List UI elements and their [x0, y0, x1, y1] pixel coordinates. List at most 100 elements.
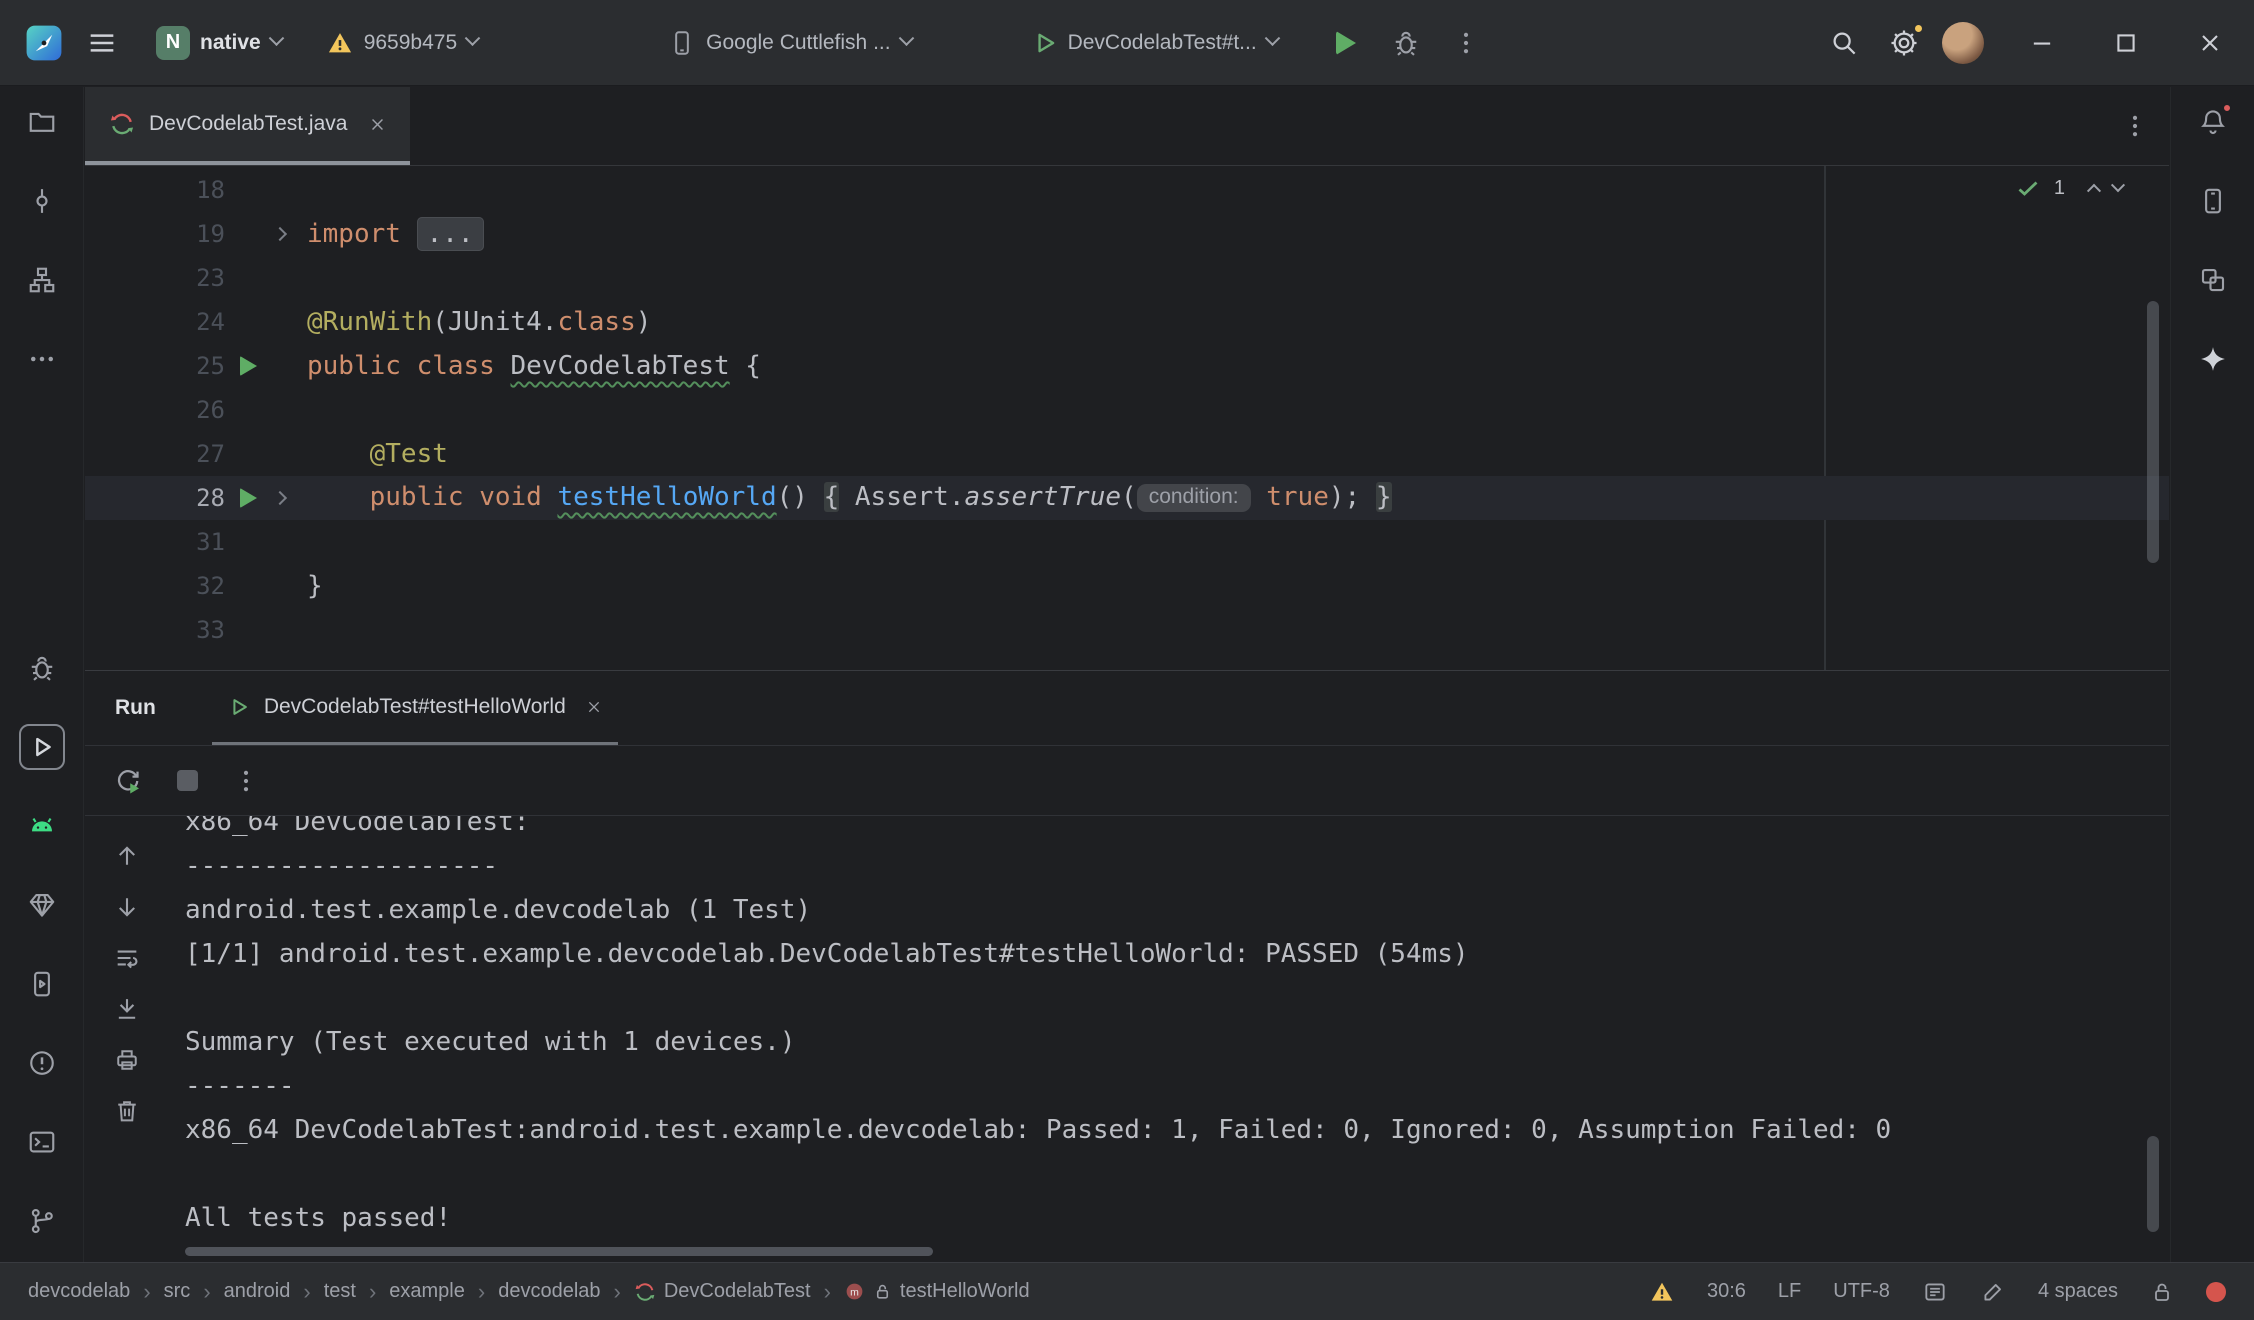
tab-list-button[interactable]	[2121, 112, 2149, 140]
code-line-26[interactable]: 26	[85, 388, 2169, 432]
console-vscrollbar[interactable]	[2147, 1136, 2159, 1232]
tool-device-explorer-button[interactable]	[2190, 257, 2236, 303]
minimize-button[interactable]	[2020, 21, 2064, 65]
line-number[interactable]: 32	[85, 572, 225, 600]
breadcrumb-item[interactable]: android	[224, 1280, 291, 1303]
code-line-19[interactable]: 19import ...	[85, 212, 2169, 256]
code-editor[interactable]: 18 19import ... 23 24@RunWith(JUnit4.class)…	[85, 166, 2169, 670]
tool-gemini-button[interactable]	[2190, 336, 2236, 382]
run-button[interactable]	[1324, 21, 1368, 65]
fold-icon[interactable]	[271, 493, 301, 503]
close-window-button[interactable]	[2188, 21, 2232, 65]
code-line-31[interactable]: 31	[85, 520, 2169, 564]
code-line-25[interactable]: 25public class DevCodelabTest {	[85, 344, 2169, 388]
console-output[interactable]: x86_64 DevCodelabTest:------------------…	[169, 816, 2169, 1262]
lock-icon[interactable]	[2150, 1280, 2174, 1304]
code-text: }	[301, 571, 323, 601]
rerun-button[interactable]	[113, 766, 143, 796]
settings-button[interactable]	[1882, 21, 1926, 65]
tool-commit-button[interactable]	[19, 178, 65, 224]
line-separator[interactable]: LF	[1778, 1280, 1801, 1303]
device-selector[interactable]: Google Cuttlefish ...	[658, 23, 921, 63]
breadcrumb-item[interactable]: DevCodelabTest	[634, 1280, 811, 1303]
code-line-28[interactable]: 28 public void testHelloWorld() { Assert…	[85, 476, 2169, 520]
line-number[interactable]: 31	[85, 528, 225, 556]
maximize-button[interactable]	[2104, 21, 2148, 65]
run-tool-window-title[interactable]: Run	[115, 696, 156, 720]
tool-problems-button[interactable]	[19, 1040, 65, 1086]
line-number[interactable]: 24	[85, 308, 225, 336]
soft-wrap-icon[interactable]	[113, 944, 141, 972]
warning-icon[interactable]	[1649, 1279, 1675, 1305]
titlebar: N native 9659b475 Google Cu	[0, 0, 2254, 86]
console-hscrollbar[interactable]	[185, 1247, 933, 1256]
line-number[interactable]: 18	[85, 176, 225, 204]
console-more-button[interactable]	[232, 767, 260, 795]
print-icon[interactable]	[113, 1046, 141, 1074]
breadcrumb-item[interactable]: devcodelab	[498, 1280, 600, 1303]
more-actions-button[interactable]	[1444, 21, 1488, 65]
reader-mode-icon[interactable]	[1922, 1279, 1948, 1305]
line-number[interactable]: 25	[85, 352, 225, 380]
debug-button[interactable]	[1384, 21, 1428, 65]
line-number[interactable]: 33	[85, 616, 225, 644]
main-menu-button[interactable]	[80, 21, 124, 65]
cursor-position[interactable]: 30:6	[1707, 1280, 1746, 1303]
breadcrumb-item[interactable]: src	[164, 1280, 191, 1303]
tool-project-button[interactable]	[19, 99, 65, 145]
tool-running-devices-button[interactable]	[19, 961, 65, 1007]
line-number[interactable]: 23	[85, 264, 225, 292]
scroll-to-end-icon[interactable]	[113, 995, 141, 1023]
tool-app-quality-insights-button[interactable]	[19, 882, 65, 928]
run-gutter-icon[interactable]	[225, 488, 271, 508]
line-number[interactable]: 27	[85, 440, 225, 468]
arrow-up-icon[interactable]	[113, 842, 141, 870]
tool-logcat-button[interactable]	[19, 803, 65, 849]
inspection-highlight-icon[interactable]	[1980, 1279, 2006, 1305]
code-line-33[interactable]: 33	[85, 608, 2169, 652]
code-line-23[interactable]: 23	[85, 256, 2169, 300]
arrow-down-icon[interactable]	[113, 893, 141, 921]
project-selector[interactable]: N native	[146, 20, 292, 66]
breadcrumb-item[interactable]: test	[324, 1280, 356, 1303]
clear-console-icon[interactable]	[113, 1097, 141, 1125]
line-number[interactable]: 26	[85, 396, 225, 424]
file-encoding[interactable]: UTF-8	[1833, 1280, 1890, 1303]
tool-debug-button[interactable]	[19, 645, 65, 691]
editor-scrollbar[interactable]	[2147, 301, 2159, 563]
line-number[interactable]: 19	[85, 220, 225, 248]
breadcrumb-item[interactable]: example	[389, 1280, 465, 1303]
vcs-widget[interactable]: 9659b475	[316, 23, 488, 63]
close-run-tab-icon[interactable]	[586, 699, 602, 715]
tool-terminal-button[interactable]	[19, 1119, 65, 1165]
prev-problem-icon[interactable]	[2087, 184, 2101, 198]
run-gutter-icon[interactable]	[225, 356, 271, 376]
breadcrumb-item[interactable]: m testHelloWorld	[844, 1280, 1030, 1303]
fold-icon[interactable]	[271, 229, 301, 239]
running-devices-icon	[27, 969, 57, 999]
chevron-down-icon	[465, 30, 481, 46]
run-configuration-selector[interactable]: DevCodelabTest#t...	[1022, 24, 1288, 62]
tool-device-manager-button[interactable]	[2190, 178, 2236, 224]
indent-size[interactable]: 4 spaces	[2038, 1280, 2118, 1303]
code-line-24[interactable]: 24@RunWith(JUnit4.class)	[85, 300, 2169, 344]
line-number[interactable]: 28	[85, 484, 225, 512]
inspections-widget[interactable]: 1	[2016, 176, 2123, 200]
notifications-button[interactable]	[2190, 99, 2236, 145]
user-avatar[interactable]	[1942, 22, 1984, 64]
tool-run-button[interactable]	[19, 724, 65, 770]
stop-button[interactable]	[177, 770, 198, 791]
tool-more-button[interactable]	[19, 336, 65, 382]
error-notification-dot[interactable]	[2206, 1282, 2226, 1302]
code-line-27[interactable]: 27 @Test	[85, 432, 2169, 476]
search-everywhere-button[interactable]	[1822, 21, 1866, 65]
tool-version-control-button[interactable]	[19, 1198, 65, 1244]
code-line-32[interactable]: 32}	[85, 564, 2169, 608]
editor-tab[interactable]: DevCodelabTest.java	[85, 87, 410, 165]
close-tab-icon[interactable]	[369, 116, 386, 133]
code-line-18[interactable]: 18	[85, 168, 2169, 212]
breadcrumb-item[interactable]: devcodelab	[28, 1280, 130, 1303]
next-problem-icon[interactable]	[2111, 178, 2125, 192]
run-tab[interactable]: DevCodelabTest#testHelloWorld	[212, 671, 618, 745]
tool-structure-button[interactable]	[19, 257, 65, 303]
